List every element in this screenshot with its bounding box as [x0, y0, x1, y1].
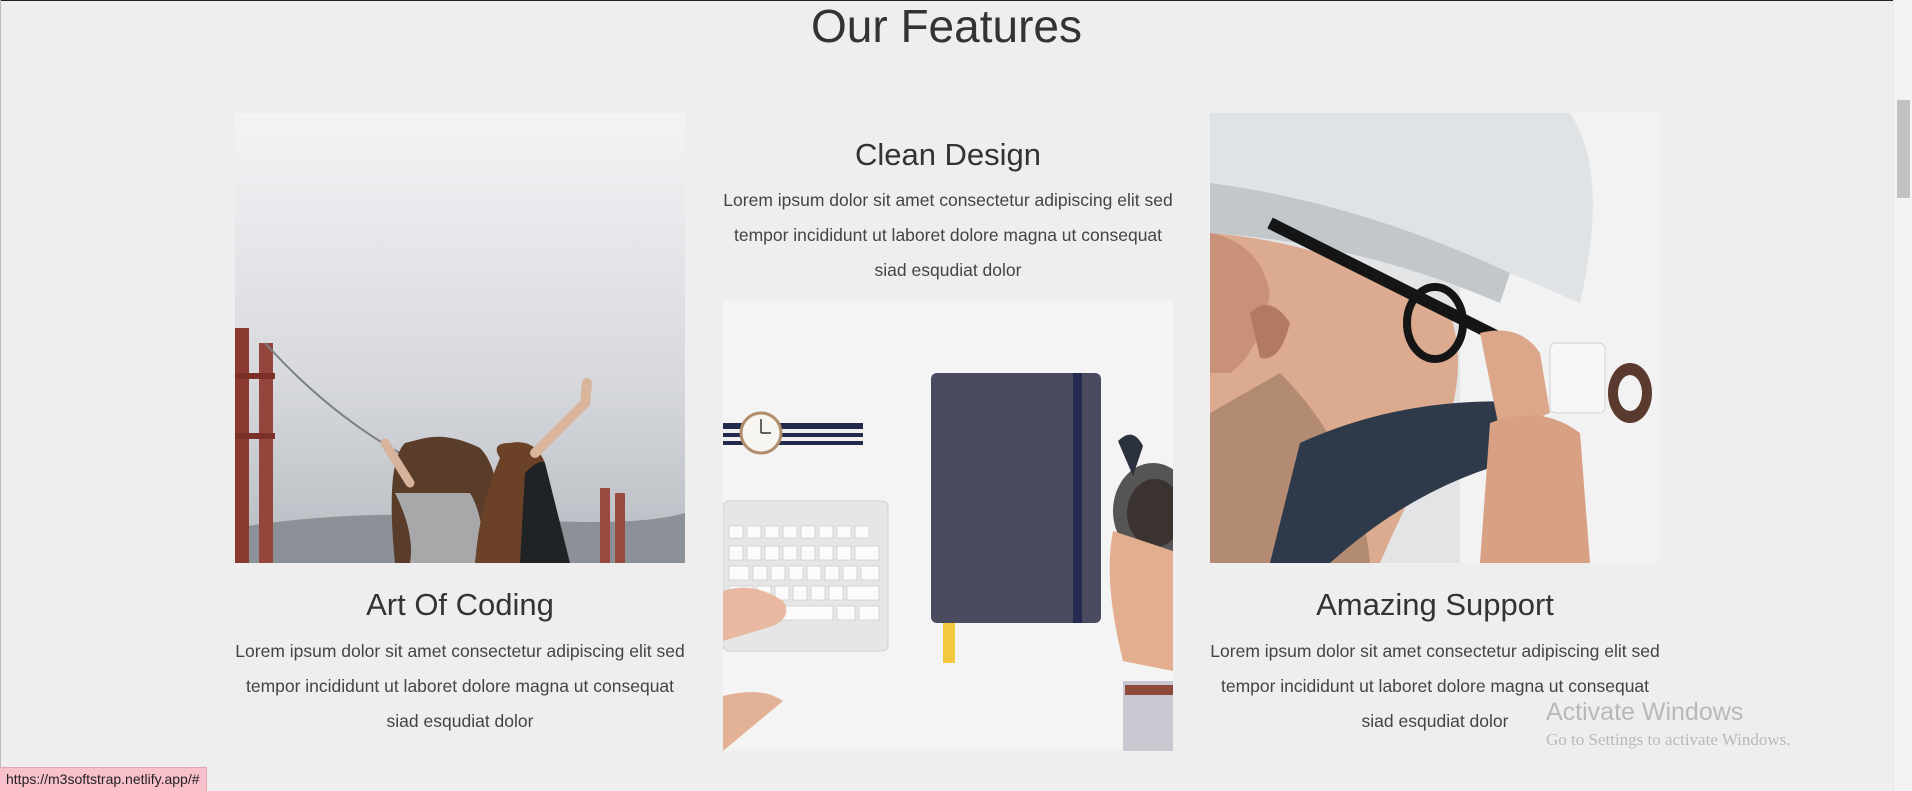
feature-image-coding: [235, 113, 685, 563]
scrollbar-thumb[interactable]: [1897, 100, 1910, 198]
activate-windows-watermark: Activate Windows Go to Settings to activ…: [1546, 697, 1791, 751]
watermark-subtitle: Go to Settings to activate Windows.: [1546, 730, 1791, 749]
watermark-title: Activate Windows: [1546, 698, 1744, 726]
feature-title-support: Amazing Support: [1316, 587, 1554, 622]
feature-image-design: [723, 301, 1173, 751]
feature-title-coding: Art Of Coding: [366, 587, 554, 622]
section-title: Our Features: [811, 0, 1082, 52]
feature-text-design: Lorem ipsum dolor sit amet consectetur a…: [723, 190, 1173, 280]
feature-title-design: Clean Design: [854, 137, 1042, 172]
page-scrollbar[interactable]: [1893, 0, 1912, 791]
feature-text-coding: Lorem ipsum dolor sit amet consectetur a…: [235, 641, 685, 731]
feature-image-support: [1210, 113, 1660, 563]
link-status-url: https://m3softstrap.netlify.app/#: [0, 767, 207, 791]
window-left-edge: [0, 0, 1, 791]
